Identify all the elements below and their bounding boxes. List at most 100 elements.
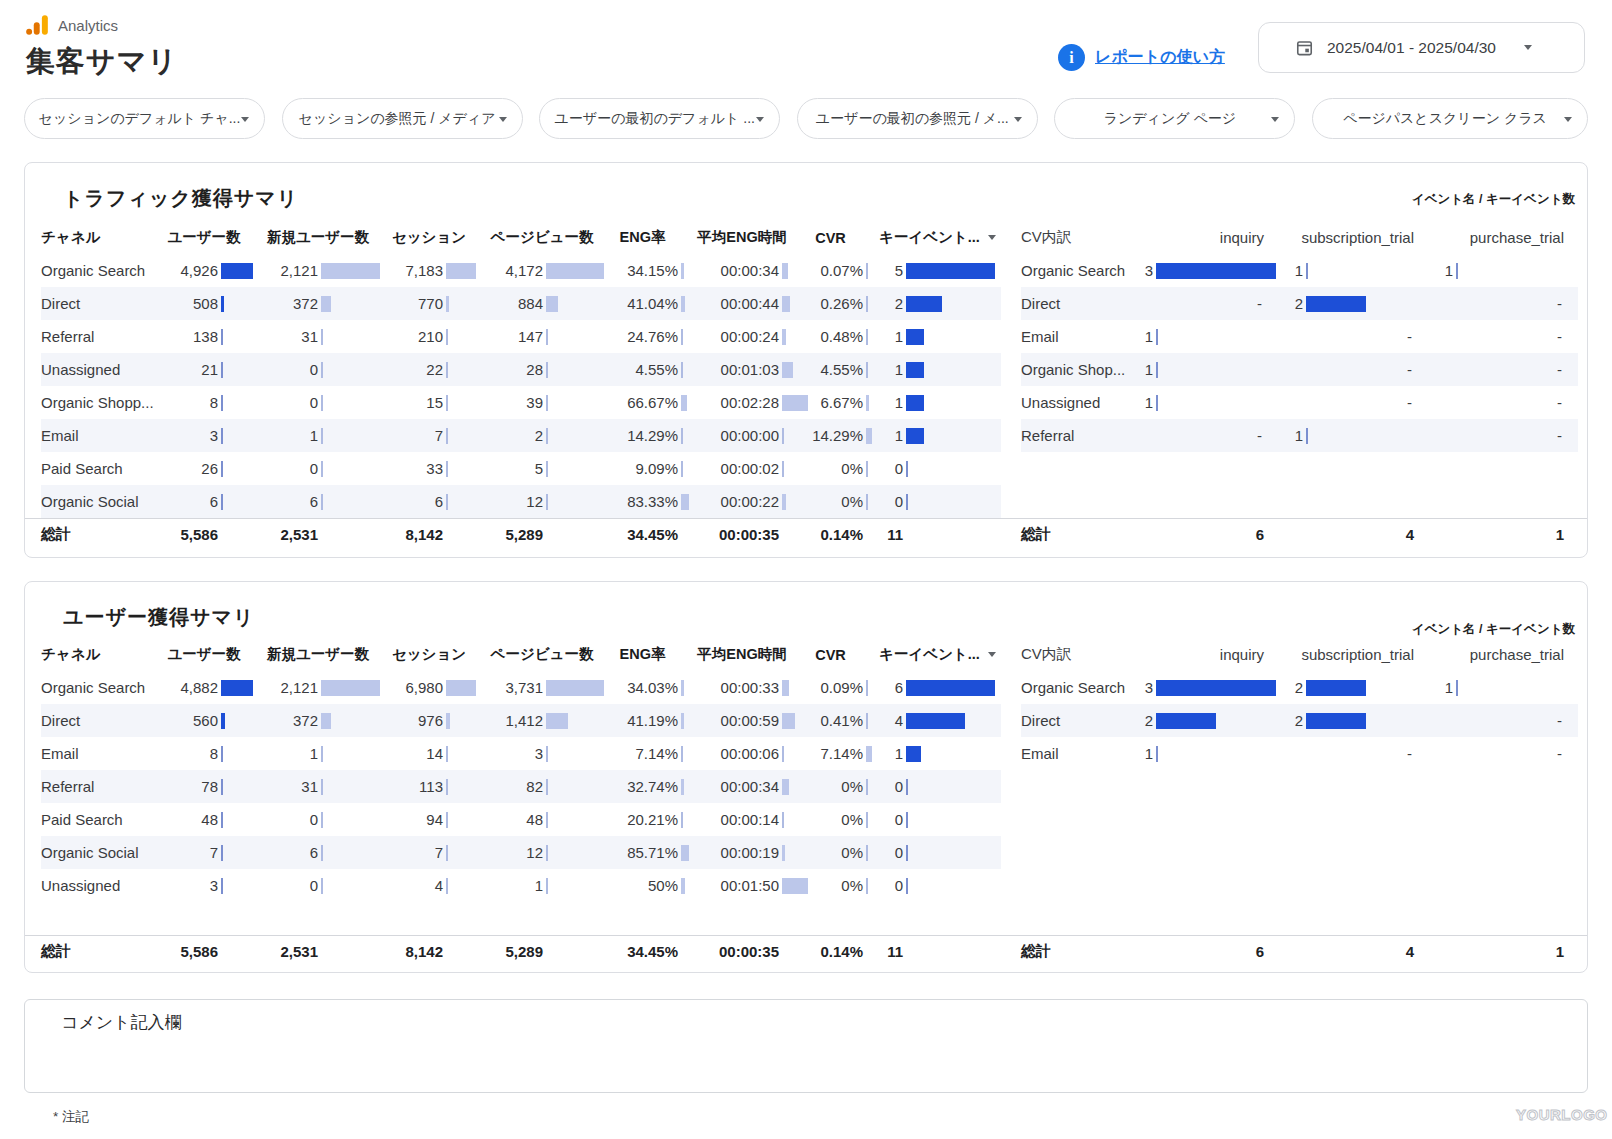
- metric-cell: 48: [168, 803, 254, 836]
- metric-cell: 1,412: [476, 704, 608, 737]
- value-bar: [681, 713, 684, 729]
- column-header: purchase_trial: [1428, 221, 1578, 254]
- column-header: ページビュー数: [476, 221, 608, 254]
- value-bar: [321, 395, 323, 411]
- page-title: 集客サマリ: [26, 42, 178, 82]
- column-header[interactable]: キーイベント...: [884, 638, 1001, 671]
- value-bar: [446, 263, 476, 279]
- info-icon[interactable]: i: [1058, 44, 1085, 71]
- column-header: inquiry: [1131, 638, 1278, 671]
- help-link[interactable]: レポートの使い方: [1095, 47, 1225, 68]
- total-row: 総計5,5862,5318,1425,28934.45%00:00:350.14…: [41, 518, 1001, 551]
- value-bar: [1306, 296, 1366, 312]
- metric-cell: 0: [884, 803, 1001, 836]
- value-bar: [221, 746, 223, 762]
- value-bar: [321, 812, 323, 828]
- total-cell: 5,289: [476, 935, 608, 968]
- channel-label: Organic Shop...: [1021, 353, 1131, 386]
- metric-cell: 31: [254, 770, 382, 803]
- table-row: Unassigned21022284.55%00:01:034.55%1: [41, 353, 1001, 386]
- metric-cell: 8: [168, 386, 254, 419]
- value-bar: [782, 461, 784, 477]
- table-row: Direct50837277088441.04%00:00:440.26%2: [41, 287, 1001, 320]
- filter-chip[interactable]: ランディング ページ: [1054, 98, 1295, 139]
- value-bar: [782, 362, 793, 378]
- metric-cell: 66.67%: [608, 386, 687, 419]
- channel-label: Organic Search: [1021, 671, 1131, 704]
- date-range-value: 2025/04/01 - 2025/04/30: [1327, 39, 1496, 57]
- value-bar: [321, 329, 323, 345]
- metric-cell: 41.19%: [608, 704, 687, 737]
- value-bar: [906, 713, 965, 729]
- cv-breakdown-table: CV内訳inquirysubscription_trialpurchase_tr…: [1021, 221, 1578, 551]
- metric-cell: 210: [382, 320, 476, 353]
- metric-cell: 1: [1131, 737, 1278, 770]
- value-bar: [681, 461, 683, 477]
- column-header: 平均ENG時間: [687, 221, 811, 254]
- metric-cell: 4: [884, 704, 1001, 737]
- value-bar: [446, 746, 448, 762]
- acquisition-table: チャネルユーザー数新規ユーザー数セッションページビュー数ENG率平均ENG時間C…: [41, 638, 1001, 968]
- chevron-down-icon: [988, 652, 996, 657]
- value-bar: [906, 680, 995, 696]
- value-bar: [782, 680, 789, 696]
- column-header: チャネル: [41, 221, 168, 254]
- metric-cell: 7.14%: [811, 737, 884, 770]
- metric-cell: 00:00:22: [687, 485, 811, 518]
- column-header: ユーザー数: [168, 638, 254, 671]
- metric-cell: 0: [254, 869, 382, 902]
- value-bar: [906, 395, 924, 411]
- column-header: 新規ユーザー数: [254, 638, 382, 671]
- value-bar: [221, 395, 223, 411]
- metric-cell: 4,172: [476, 254, 608, 287]
- value-bar: [866, 296, 868, 312]
- channel-label: Organic Search: [1021, 254, 1131, 287]
- value-bar: [906, 263, 995, 279]
- value-bar: [321, 494, 323, 510]
- date-range-picker[interactable]: 2025/04/01 - 2025/04/30: [1258, 22, 1585, 73]
- value-bar: [446, 845, 448, 861]
- comment-label: コメント記入欄: [61, 1011, 182, 1034]
- metric-null: -: [1428, 287, 1578, 320]
- metric-cell: 372: [254, 287, 382, 320]
- metric-cell: 34.03%: [608, 671, 687, 704]
- cv-corner-label: イベント名 / キーイベント数: [1412, 191, 1575, 208]
- metric-cell: 9.09%: [608, 452, 687, 485]
- value-bar: [782, 746, 784, 762]
- value-bar: [321, 878, 323, 894]
- value-bar: [782, 395, 808, 411]
- metric-cell: 48: [476, 803, 608, 836]
- metric-cell: 0.41%: [811, 704, 884, 737]
- value-bar: [546, 296, 558, 312]
- metric-cell: 0: [254, 452, 382, 485]
- total-divider: [25, 935, 1587, 936]
- value-bar: [221, 680, 253, 696]
- value-bar: [321, 713, 331, 729]
- metric-cell: 1: [884, 419, 1001, 452]
- metric-cell: 22: [382, 353, 476, 386]
- table-row: Direct-2-: [1021, 287, 1578, 320]
- filter-chip[interactable]: ユーザーの最初のデフォルト ...: [539, 98, 780, 139]
- filter-chip[interactable]: セッションのデフォルト チャ...: [24, 98, 265, 139]
- metric-cell: 1: [1428, 254, 1578, 287]
- comment-box[interactable]: [24, 999, 1588, 1093]
- metric-cell: 12: [476, 836, 608, 869]
- cv-corner-label: イベント名 / キーイベント数: [1412, 621, 1575, 638]
- metric-null: -: [1131, 419, 1278, 452]
- channel-label: Organic Social: [41, 836, 168, 869]
- value-bar: [546, 494, 548, 510]
- metric-null: -: [1428, 320, 1578, 353]
- chevron-down-icon: [1524, 45, 1532, 50]
- filter-chip[interactable]: ユーザーの最初の参照元 / メ...: [797, 98, 1038, 139]
- table-row: Referral-1-: [1021, 419, 1578, 452]
- filter-chip[interactable]: セッションの参照元 / メディア: [282, 98, 523, 139]
- filter-chip[interactable]: ページパスとスクリーン クラス: [1312, 98, 1588, 139]
- channel-label: Referral: [1021, 419, 1131, 452]
- value-bar: [321, 680, 380, 696]
- total-cell: 0.14%: [811, 935, 884, 968]
- column-header[interactable]: キーイベント...: [884, 221, 1001, 254]
- channel-label: Email: [1021, 737, 1131, 770]
- value-bar: [446, 428, 448, 444]
- metric-null: -: [1428, 704, 1578, 737]
- value-bar: [546, 395, 548, 411]
